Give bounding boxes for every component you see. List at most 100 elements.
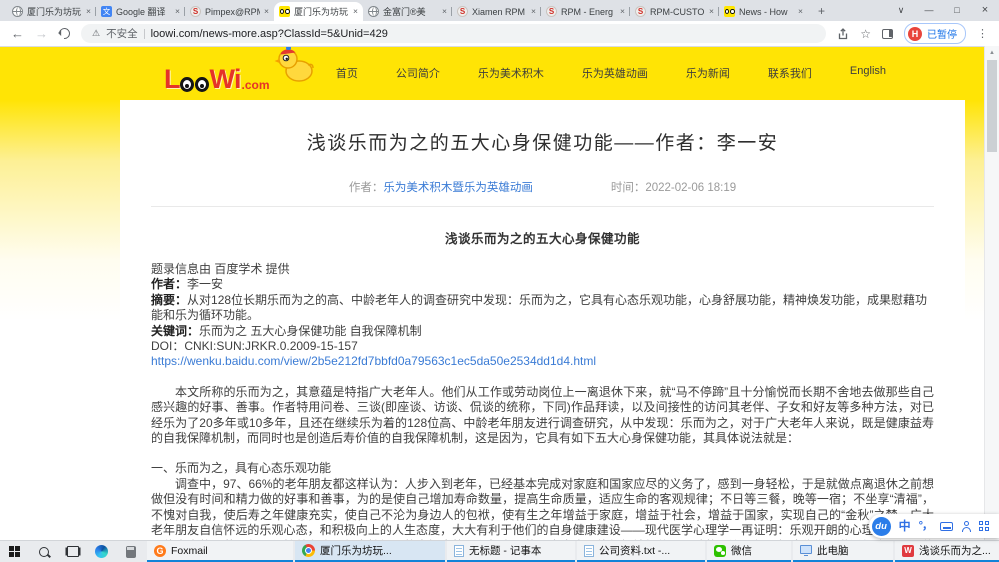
tab-close-icon[interactable]: × (86, 7, 91, 16)
minimize-button[interactable]: — (915, 0, 943, 21)
tab-search-chevron-icon[interactable]: ∨ (887, 0, 915, 21)
scrollbar-thumb[interactable] (987, 60, 997, 152)
byline-line: 作者：李一安 (151, 277, 934, 292)
tab-title: Pimpex@RPM (205, 7, 260, 17)
loowi-favicon-icon (724, 6, 735, 17)
tab-close-icon[interactable]: × (353, 7, 358, 16)
abstract-line: 摘要：从对128位长期乐而为之的高、中龄老年人的调查研究中发现：乐而为之，它具有… (151, 293, 934, 324)
author-link[interactable]: 乐为美术积木暨乐为英雄动画 (383, 182, 533, 194)
page-scrollbar[interactable]: ▲ (984, 46, 999, 540)
taskbar-app-label: 此电脑 (817, 543, 849, 558)
nav-item-home[interactable]: 首页 (317, 65, 377, 81)
tab-title: Xiamen RPM (472, 7, 527, 17)
taskbar-app-notepad-company[interactable]: 公司资料.txt -... (577, 541, 705, 562)
windows-logo-icon (9, 546, 20, 557)
taskbar-app-foxmail[interactable]: G Foxmail (147, 541, 293, 562)
taskbar-app-chrome-active[interactable]: 厦门乐为坊玩... (295, 541, 445, 562)
ime-chinese-mode-button[interactable]: 中 (899, 520, 911, 532)
not-secure-label[interactable]: 不安全 (106, 26, 138, 41)
ime-punctuation-button[interactable]: °， (919, 521, 932, 532)
site-header: L W i .com 首页 公司简介 (120, 46, 965, 100)
tab-xiamen-loowi-1[interactable]: 厦门乐为坊玩 × (7, 2, 96, 21)
rpm-logo-icon: S (457, 6, 468, 17)
nav-item-contact[interactable]: 联系我们 (749, 65, 831, 81)
reload-button[interactable] (57, 26, 72, 41)
task-view-icon (67, 546, 79, 557)
tab-xiamen-loowi-active[interactable]: 厦门乐为坊玩 × (274, 2, 363, 21)
bookmark-star-icon[interactable]: ☆ (860, 28, 871, 40)
doi-line: DOI：CNKI:SUN:JRKR.0.2009-15-157 (151, 339, 934, 354)
abstract-label: 摘要： (151, 293, 187, 307)
search-icon (39, 547, 49, 557)
profile-paused-button[interactable]: H 已暂停 (904, 23, 966, 44)
ime-toolbar: du 中 °， (869, 514, 999, 538)
tab-pimpex-rpm[interactable]: S Pimpex@RPM × (185, 2, 274, 21)
tab-title: Google 翻译 (116, 5, 171, 18)
article-subtitle: 浅谈乐而为之的五大心身保健功能 (151, 228, 934, 247)
taskbar-app-wps[interactable]: W 浅谈乐而为之... (895, 541, 999, 562)
back-button[interactable]: ← (11, 27, 24, 40)
taskbar-app-notepad-untitled[interactable]: 无标题 - 记事本 (447, 541, 575, 562)
nav-item-hero-anime[interactable]: 乐为英雄动画 (563, 65, 667, 81)
author-label: 作者： (349, 182, 384, 194)
close-button[interactable]: × (971, 0, 999, 21)
article-body: 题录信息由 百度学术 提供 作者：李一安 摘要：从对128位长期乐而为之的高、中… (151, 262, 934, 540)
baidu-ime-logo-icon[interactable]: du (872, 517, 891, 536)
taskbar-edge-button[interactable] (87, 541, 116, 562)
address-divider (144, 29, 145, 39)
tab-close-icon[interactable]: × (264, 7, 269, 16)
keywords-label: 关键词： (151, 324, 199, 338)
taskbar-app-label: 无标题 - 记事本 (469, 543, 541, 558)
tab-close-icon[interactable]: × (798, 7, 803, 16)
logo-letter: i (234, 67, 241, 93)
address-bar[interactable]: ⚠ 不安全 loowi.com/news-more.asp?ClassId=5&… (81, 24, 826, 43)
scroll-up-arrow-icon[interactable]: ▲ (985, 46, 999, 59)
tab-title: 金富门®美 (383, 5, 438, 18)
tab-close-icon[interactable]: × (531, 7, 536, 16)
tab-rpm-custom[interactable]: S RPM-CUSTO × (630, 2, 719, 21)
browser-menu-icon[interactable]: ⋮ (977, 27, 988, 40)
tab-close-icon[interactable]: × (620, 7, 625, 16)
loowi-favicon-icon (279, 6, 290, 17)
url-text[interactable]: loowi.com/news-more.asp?ClassId=5&Unid=4… (151, 28, 388, 40)
task-view-button[interactable] (58, 541, 87, 562)
tab-close-icon[interactable]: × (175, 7, 180, 16)
not-secure-warning-icon: ⚠ (92, 29, 100, 38)
wenku-link[interactable]: https://wenku.baidu.com/view/2b5e212fd7b… (151, 354, 934, 369)
nav-item-english[interactable]: English (831, 65, 905, 81)
article-content: 浅谈乐而为之的五大心身保健功能——作者：李一安 作者：乐为美术积木暨乐为英雄动画… (120, 100, 965, 540)
taskbar-app-label: Foxmail (171, 545, 208, 557)
maximize-button[interactable]: □ (943, 0, 971, 21)
ime-keyboard-icon[interactable] (940, 522, 953, 531)
ime-profile-icon[interactable] (961, 521, 971, 532)
tab-google-translate[interactable]: 文 Google 翻译 × (96, 2, 185, 21)
taskbar-app-this-pc[interactable]: 此电脑 (793, 541, 893, 562)
new-tab-button[interactable]: + (813, 2, 830, 19)
rpm-logo-icon: S (190, 6, 201, 17)
tab-jinfumen[interactable]: 金富门®美 × (363, 2, 452, 21)
tab-rpm-energy[interactable]: S RPM - Energ × (541, 2, 630, 21)
ime-menu-grid-icon[interactable] (979, 521, 989, 531)
meta-divider (151, 206, 934, 207)
nav-item-art-blocks[interactable]: 乐为美术积木 (459, 65, 563, 81)
share-icon[interactable] (837, 28, 849, 40)
nav-item-news[interactable]: 乐为新闻 (667, 65, 749, 81)
tab-close-icon[interactable]: × (709, 7, 714, 16)
taskbar-app-label: 微信 (731, 543, 752, 558)
taskbar-app-wechat[interactable]: 微信 (707, 541, 791, 562)
profile-avatar[interactable]: H (908, 27, 922, 41)
forward-button[interactable]: → (35, 27, 48, 40)
side-panel-icon[interactable] (882, 29, 893, 39)
taskbar-search-button[interactable] (29, 541, 58, 562)
taskbar-calculator-button[interactable] (116, 541, 145, 562)
loowi-logo[interactable]: L W i .com (164, 53, 270, 93)
start-button[interactable] (0, 541, 29, 562)
logo-letter: L (164, 67, 180, 93)
tab-xiamen-rpm[interactable]: S Xiamen RPM × (452, 2, 541, 21)
meta-author: 作者：乐为美术积木暨乐为英雄动画 (349, 179, 533, 195)
tab-news-how[interactable]: News - How × (719, 2, 808, 21)
browser-toolbar: ← → ⚠ 不安全 loowi.com/news-more.asp?ClassI… (0, 21, 999, 46)
nav-item-company[interactable]: 公司简介 (377, 65, 459, 81)
rpm-logo-icon: S (635, 6, 646, 17)
tab-close-icon[interactable]: × (442, 7, 447, 16)
